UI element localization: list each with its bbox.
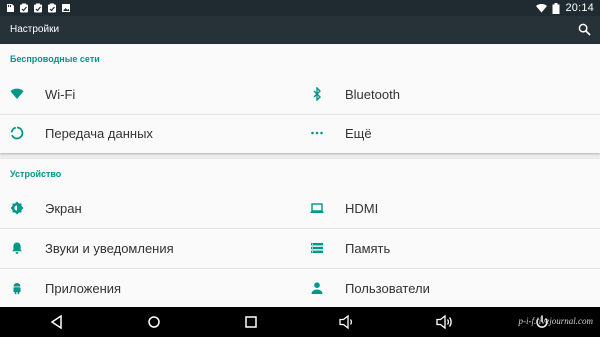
clock: 20:14	[565, 2, 594, 14]
section-header-wireless: Беспроводные сети	[10, 54, 100, 64]
setting-label: Ещё	[345, 126, 372, 141]
sd-card-icon	[7, 4, 14, 12]
setting-label: Bluetooth	[345, 87, 400, 102]
page-title: Настройки	[10, 24, 60, 35]
setting-label: Звуки и уведомления	[45, 241, 174, 256]
device-section: Устройство Экран HDMI Звуки и уведомлени…	[0, 159, 600, 307]
setting-apps[interactable]: Приложения	[0, 269, 300, 308]
setting-display[interactable]: Экран	[0, 189, 300, 228]
image-icon	[62, 4, 70, 12]
wifi-icon	[10, 88, 24, 99]
home-icon[interactable]	[144, 313, 164, 331]
back-icon[interactable]	[47, 313, 67, 331]
setting-hdmi[interactable]: HDMI	[300, 189, 600, 228]
volume-up-icon[interactable]	[435, 313, 455, 331]
setting-label: Память	[345, 241, 391, 256]
more-icon	[311, 131, 323, 135]
setting-label: Экран	[45, 201, 82, 216]
navigation-bar: p-i-f.livejournal.com	[0, 307, 600, 337]
setting-label: HDMI	[345, 201, 379, 216]
battery-icon	[552, 2, 560, 14]
clipboard-check-icon	[34, 3, 42, 13]
data-usage-icon	[10, 126, 24, 140]
status-right: 20:14	[536, 0, 594, 16]
setting-label: Wi-Fi	[45, 87, 76, 102]
recents-icon[interactable]	[241, 313, 261, 331]
bell-icon	[12, 242, 22, 254]
notification-icons	[5, 3, 71, 13]
setting-users[interactable]: Пользователи	[300, 269, 600, 308]
brightness-icon	[10, 201, 24, 215]
setting-data-usage[interactable]: Передача данных	[0, 114, 300, 153]
setting-storage[interactable]: Память	[300, 229, 600, 268]
storage-icon	[311, 243, 323, 253]
setting-sounds[interactable]: Звуки и уведомления	[0, 229, 300, 268]
search-icon[interactable]	[578, 23, 591, 36]
status-bar: 20:14	[0, 0, 600, 16]
setting-bluetooth[interactable]: Bluetooth	[300, 75, 600, 114]
setting-label: Приложения	[45, 281, 122, 296]
volume-down-icon[interactable]	[337, 313, 357, 331]
wifi-signal-icon	[536, 3, 548, 12]
wireless-section: Беспроводные сети Wi-Fi Bluetooth Переда…	[0, 44, 600, 153]
app-bar: Настройки	[0, 16, 600, 44]
bluetooth-icon	[313, 87, 321, 101]
setting-wifi[interactable]: Wi-Fi	[0, 75, 300, 114]
setting-more[interactable]: Ещё	[300, 114, 600, 153]
clipboard-check-icon	[48, 3, 56, 13]
section-header-device: Устройство	[10, 169, 62, 179]
person-icon	[311, 282, 323, 294]
setting-label: Передача данных	[45, 126, 153, 141]
clipboard-check-icon	[20, 3, 28, 13]
android-icon	[13, 283, 21, 295]
setting-label: Пользователи	[345, 281, 430, 296]
hdmi-icon	[310, 203, 324, 213]
watermark: p-i-f.livejournal.com	[518, 316, 593, 326]
